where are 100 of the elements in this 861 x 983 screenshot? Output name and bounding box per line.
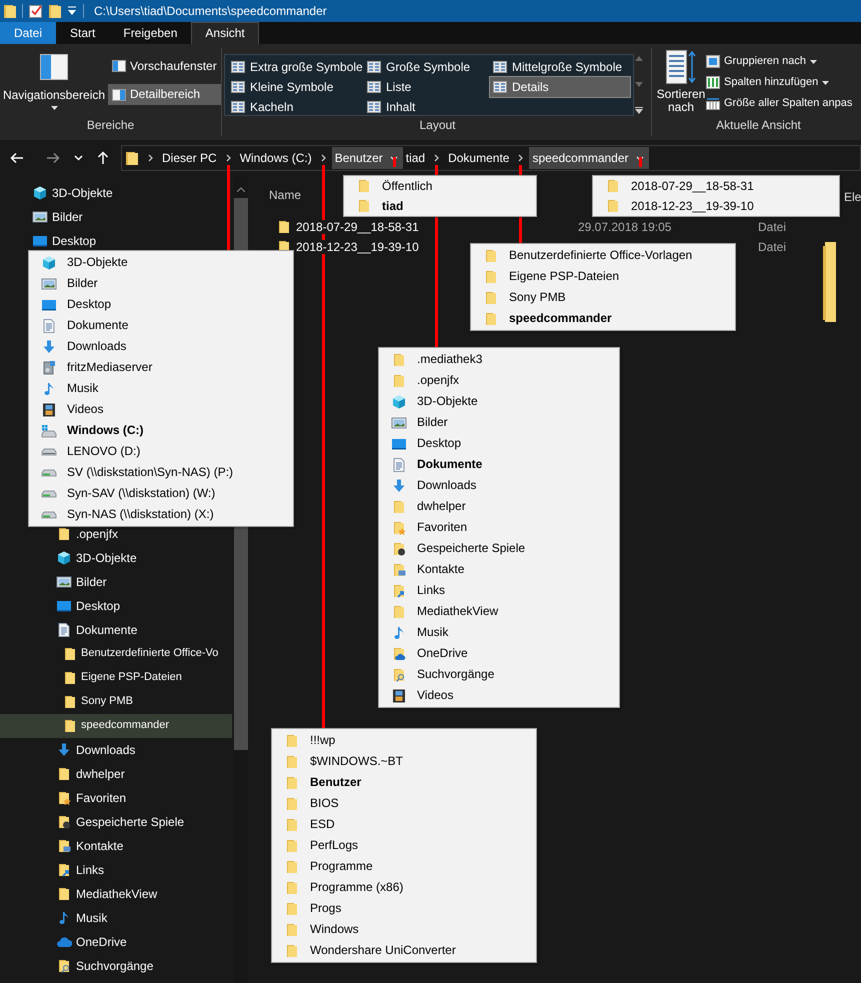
sidebar-item[interactable]: Gespeicherte Spiele <box>0 810 232 834</box>
ribbon-tab[interactable]: Freigeben <box>109 22 192 44</box>
menu-item[interactable]: Gespeicherte Spiele <box>379 538 619 559</box>
menu-item[interactable]: Suchvorgänge <box>379 664 619 685</box>
menu-item[interactable]: speedcommander <box>471 308 735 329</box>
menu-item[interactable]: Öffentlich <box>344 176 536 196</box>
menu-item[interactable]: .mediathek3 <box>379 349 619 370</box>
menu-item[interactable]: dwhelper <box>379 496 619 517</box>
recent-locations-button[interactable] <box>74 155 83 161</box>
menu-item[interactable]: Bilder <box>379 412 619 433</box>
menu-item[interactable]: Bilder <box>29 273 293 294</box>
layout-option[interactable]: Kacheln <box>228 97 364 117</box>
menu-item[interactable]: Wondershare UniConverter <box>272 940 536 961</box>
breadcrumb[interactable]: Windows (C:) <box>236 147 315 169</box>
file-name[interactable]: 2018-07-29__18-58-31 <box>296 220 419 234</box>
ribbon-tab[interactable]: Ansicht <box>191 22 259 44</box>
menu-item[interactable]: Videos <box>379 685 619 706</box>
menu-item[interactable]: Kontakte <box>379 559 619 580</box>
breadcrumb[interactable]: Dokumente <box>445 147 512 169</box>
view-button[interactable]: Größe aller Spalten anpas <box>706 94 852 114</box>
layout-option[interactable]: Große Symbole <box>364 57 490 77</box>
menu-item[interactable]: $WINDOWS.~BT <box>272 751 536 772</box>
sidebar-item[interactable]: Bilder <box>0 205 232 229</box>
menu-item[interactable]: Desktop <box>29 294 293 315</box>
menu-item[interactable]: 3D-Objekte <box>29 252 293 273</box>
view-button[interactable]: Gruppieren nach <box>706 52 852 72</box>
sidebar-item[interactable]: Benutzerdefinierte Office-Vo <box>0 642 232 666</box>
sidebar-item[interactable]: Favoriten <box>0 786 232 810</box>
menu-item[interactable]: Benutzerdefinierte Office-Vorlagen <box>471 245 735 266</box>
menu-item[interactable]: Dokumente <box>29 315 293 336</box>
menu-item[interactable]: SV (\\diskstation\Syn-NAS) (P:) <box>29 462 293 483</box>
menu-item[interactable]: LENOVO (D:) <box>29 441 293 462</box>
menu-item[interactable]: 2018-07-29__18-58-31 <box>593 176 839 196</box>
breadcrumb[interactable]: tiad <box>402 147 428 169</box>
sidebar-item[interactable]: Kontakte <box>0 834 232 858</box>
sidebar-item[interactable]: MediathekView <box>0 882 232 906</box>
sidebar-item[interactable]: Musik <box>0 906 232 930</box>
layout-option[interactable]: Kleine Symbole <box>228 77 364 97</box>
sidebar-item[interactable]: speedcommander <box>0 714 232 738</box>
menu-item[interactable]: Syn-NAS (\\diskstation) (X:) <box>29 504 293 525</box>
sidebar-item[interactable]: Eigene PSP-Dateien <box>0 666 232 690</box>
sidebar-item[interactable]: Downloads <box>0 738 232 762</box>
menu-item[interactable]: PerfLogs <box>272 835 536 856</box>
menu-item[interactable]: Programme (x86) <box>272 877 536 898</box>
navigation-pane-button[interactable]: Navigationsbereich <box>0 48 108 116</box>
sidebar-item[interactable]: Links <box>0 858 232 882</box>
menu-item[interactable]: BIOS <box>272 793 536 814</box>
up-button[interactable] <box>97 151 109 165</box>
menu-item[interactable]: Dokumente <box>379 454 619 475</box>
menu-item[interactable]: fritzMediaserver <box>29 357 293 378</box>
view-button[interactable]: Spalten hinzufügen <box>706 73 852 92</box>
menu-item[interactable]: Favoriten <box>379 517 619 538</box>
menu-item[interactable]: Windows <box>272 919 536 940</box>
sidebar-item[interactable]: 3D-Objekte <box>0 546 232 570</box>
sidebar-item[interactable]: Dokumente <box>0 618 232 642</box>
pane-button[interactable]: Detailbereich <box>108 84 221 105</box>
menu-item[interactable]: Benutzer <box>272 772 536 793</box>
menu-item[interactable]: Desktop <box>379 433 619 454</box>
file-menu-button[interactable]: Datei <box>0 22 56 44</box>
sidebar-item[interactable]: .openjfx <box>0 522 232 546</box>
sidebar-item[interactable]: Bilder <box>0 570 232 594</box>
menu-item[interactable]: Syn-SAV (\\diskstation) (W:) <box>29 483 293 504</box>
sidebar-item[interactable]: Sony PMB <box>0 690 232 714</box>
menu-item[interactable]: !!!wp <box>272 730 536 751</box>
menu-item[interactable]: Musik <box>29 378 293 399</box>
sidebar-item[interactable]: dwhelper <box>0 762 232 786</box>
menu-item[interactable]: Downloads <box>29 336 293 357</box>
breadcrumb[interactable]: Benutzer <box>332 147 386 169</box>
sidebar-item[interactable]: Desktop <box>0 229 232 253</box>
forward-button[interactable] <box>46 152 60 164</box>
sidebar-item[interactable]: Suchvorgänge <box>0 954 232 978</box>
menu-item[interactable]: Links <box>379 580 619 601</box>
sort-by-button[interactable]: Sortieren nach <box>656 48 706 116</box>
menu-item[interactable]: 2018-12-23__19-39-10 <box>593 196 839 216</box>
menu-item[interactable]: MediathekView <box>379 601 619 622</box>
back-button[interactable] <box>10 152 24 164</box>
column-header[interactable]: Name <box>269 188 302 202</box>
menu-item[interactable]: Musik <box>379 622 619 643</box>
sidebar-item[interactable]: Desktop <box>0 594 232 618</box>
menu-item[interactable]: Eigene PSP-Dateien <box>471 266 735 287</box>
ribbon-tab[interactable]: Start <box>56 22 110 44</box>
file-name[interactable]: 2018-12-23__19-39-10 <box>296 240 419 254</box>
address-field[interactable]: Dieser PC Windows (C:) Benutzer tiad Dokumente speedcommander <box>121 145 861 171</box>
menu-item[interactable]: ESD <box>272 814 536 835</box>
menu-item[interactable]: Progs <box>272 898 536 919</box>
menu-item[interactable]: tiad <box>344 196 536 216</box>
layout-option[interactable]: Inhalt <box>364 97 490 117</box>
menu-item[interactable]: Programme <box>272 856 536 877</box>
menu-item[interactable]: Sony PMB <box>471 287 735 308</box>
menu-item[interactable]: 3D-Objekte <box>379 391 619 412</box>
layout-option[interactable]: Details <box>490 77 630 97</box>
breadcrumb[interactable]: speedcommander <box>529 147 632 169</box>
sidebar-item[interactable]: 3D-Objekte <box>0 181 232 205</box>
menu-item[interactable]: Downloads <box>379 475 619 496</box>
menu-item[interactable]: Videos <box>29 399 293 420</box>
menu-item[interactable]: OneDrive <box>379 643 619 664</box>
menu-item[interactable]: Windows (C:) <box>29 420 293 441</box>
breadcrumb[interactable]: Dieser PC <box>159 147 220 169</box>
menu-item[interactable]: .openjfx <box>379 370 619 391</box>
pane-button[interactable]: Vorschaufenster <box>108 56 221 76</box>
